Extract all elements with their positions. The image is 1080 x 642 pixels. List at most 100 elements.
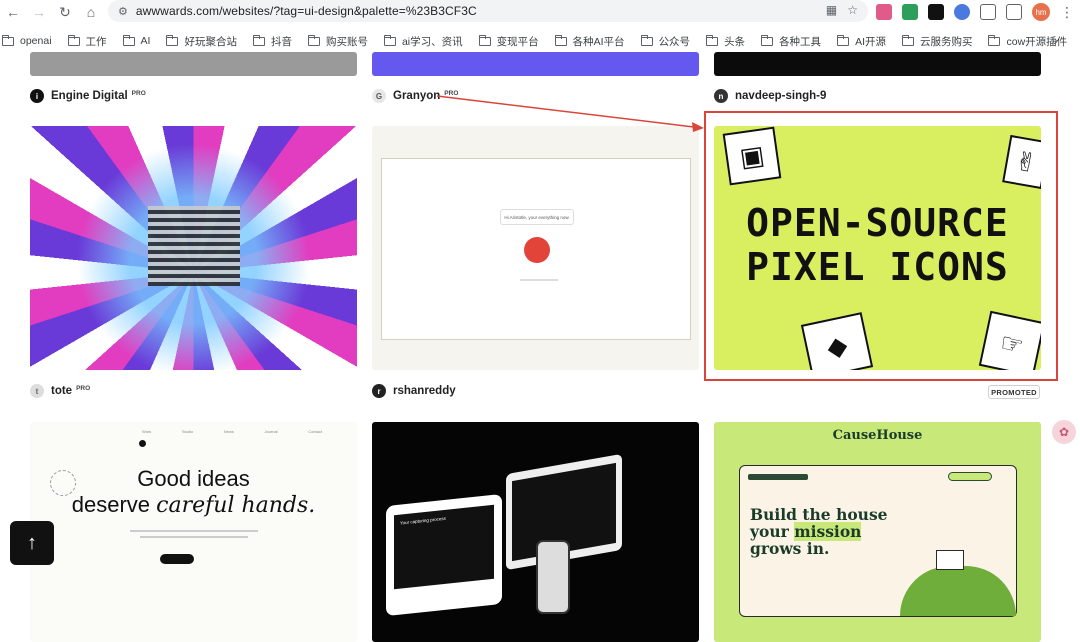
card-caption[interactable]: t tote PRO (30, 384, 90, 398)
card-rshanreddy-image[interactable]: Hi Aristotle, your everything now. (372, 126, 699, 370)
card-caption[interactable]: G Granyon PRO (372, 89, 458, 103)
bookmark-item[interactable]: 头条 (706, 34, 745, 49)
folder-icon (706, 34, 719, 46)
folder-icon (383, 34, 396, 46)
good-ideas-line2-italic: careful hands. (156, 493, 316, 518)
card-caption[interactable]: r rshanreddy (372, 384, 456, 398)
bookmark-item[interactable]: 各种AI平台 (554, 34, 625, 49)
text-placeholder (140, 536, 248, 538)
card-granyon-top-image[interactable] (372, 52, 699, 76)
causehouse-headline: Build the house your mission grows in. (750, 506, 888, 557)
glitch-graphic (148, 206, 240, 286)
reload-icon[interactable]: ↻ (52, 0, 78, 24)
bookmark-label: 云服务购买 (919, 35, 973, 48)
author-name[interactable]: Engine Digital (51, 90, 128, 102)
bookmark-label: 头条 (724, 35, 746, 48)
card-causehouse-image[interactable]: CauseHouse Build the house your mission … (714, 422, 1041, 642)
bookmark-item[interactable]: 好玩聚合站 (166, 34, 237, 49)
translate-icon[interactable]: ▦ (826, 3, 837, 17)
annotation-highlight-box (704, 111, 1058, 381)
card-devices-image[interactable]: Your capturing process (372, 422, 699, 642)
menu-kebab-icon[interactable]: ⋮ (1060, 4, 1074, 21)
folder-icon (2, 34, 14, 46)
card-tote-image[interactable] (30, 126, 357, 370)
headline-line3: grows in. (750, 539, 830, 558)
author-name[interactable]: Granyon (393, 90, 440, 102)
apple-character-icon (524, 237, 550, 263)
extensions-area: hm ⋮ (876, 3, 1074, 21)
profile-avatar[interactable]: hm (1032, 3, 1050, 21)
bookmarks-overflow-icon[interactable]: » (1051, 33, 1058, 48)
headline-line2: your mission (750, 522, 888, 541)
pro-badge: PRO (76, 384, 91, 392)
folder-icon (478, 34, 491, 46)
bookmark-label: 好玩聚合站 (184, 35, 237, 48)
address-bar[interactable]: ⚙ awwwards.com/websites/?tag=ui-design&p… (108, 0, 868, 22)
home-icon[interactable]: ⌂ (78, 0, 104, 24)
mini-nav-item: News (223, 429, 234, 434)
bookmark-item[interactable]: 各种工具 (761, 34, 821, 49)
cta-pill-icon (160, 554, 194, 564)
author-logo: G (372, 89, 386, 103)
bookmark-item[interactable]: 云服务购买 (901, 34, 973, 49)
side-extension-fab[interactable]: ✿ (1052, 420, 1076, 444)
bookmark-item[interactable]: AI开源 (837, 34, 886, 49)
screen-caption-line (520, 279, 558, 281)
assistant-icon: ✿ (1058, 425, 1070, 439)
bookmark-item[interactable]: 抖音 (252, 34, 292, 49)
bookmark-star-icon[interactable]: ☆ (847, 3, 858, 17)
url-text[interactable]: awwwards.com/websites/?tag=ui-design&pal… (136, 4, 477, 18)
author-logo: t (30, 384, 44, 398)
extension-icon-4[interactable] (954, 4, 970, 20)
site-info-icon[interactable]: ⚙ (118, 5, 128, 18)
pro-badge: PRO (444, 89, 459, 97)
author-logo: n (714, 89, 728, 103)
author-name[interactable]: rshanreddy (393, 385, 456, 397)
bookmark-item[interactable]: AI (122, 34, 151, 47)
bookmark-item[interactable]: 公众号 (640, 34, 690, 49)
bookmark-label: AI开源 (855, 35, 886, 48)
bookmark-label: 工作 (85, 35, 107, 48)
card-engine-digital-image[interactable] (30, 52, 357, 76)
gallery: i Engine Digital PRO G Granyon PRO n nav… (0, 52, 1080, 642)
forward-arrow-icon[interactable]: → (26, 0, 52, 24)
promoted-badge: PROMOTED (988, 385, 1040, 399)
bookmark-item[interactable]: 工作 (67, 34, 107, 49)
folder-icon (901, 34, 914, 46)
bookmark-item[interactable]: 变现平台 (478, 34, 539, 49)
extension-icon-3[interactable] (928, 4, 944, 20)
nav-indicator-dot (139, 440, 146, 447)
extension-icon-1[interactable] (876, 4, 892, 20)
card-caption[interactable]: n navdeep-singh-9 (714, 89, 826, 103)
mock-nav-bar (748, 474, 808, 480)
good-ideas-line1: Good ideas (137, 466, 250, 491)
author-logo: i (30, 89, 44, 103)
mini-nav-item: Work (142, 429, 152, 434)
folder-icon (988, 34, 1001, 46)
author-logo: r (372, 384, 386, 398)
bookmark-label: openai (20, 35, 52, 47)
author-name[interactable]: tote (51, 385, 72, 397)
back-arrow-icon[interactable]: ← (0, 0, 26, 24)
bookmarks-bar: openai 工作 AI 好玩聚合站 抖音 购买账号 ai学习、资讯 变现平台 各种AI平台 公众… (0, 30, 1080, 52)
folder-icon (166, 34, 179, 46)
causehouse-brand: CauseHouse (832, 428, 923, 443)
mini-nav-item: Contact (308, 429, 322, 434)
bookmark-item[interactable]: 购买账号 (307, 34, 368, 49)
bookmark-item[interactable]: ai学习、资讯 (383, 34, 463, 49)
back-to-top-button[interactable]: ↑ (10, 521, 54, 565)
folder-icon (554, 34, 567, 46)
card-navdeep-image[interactable] (714, 52, 1041, 76)
extension-icon-2[interactable] (902, 4, 918, 20)
sidebar-icon[interactable] (1006, 4, 1022, 20)
folder-icon (252, 34, 265, 46)
bookmark-label: ai学习、资讯 (401, 35, 463, 48)
card-good-ideas-image[interactable]: Work Studio News Journal Contact Good id… (30, 422, 357, 642)
bookmark-item[interactable]: openai (2, 34, 52, 47)
bookmark-label: 各种工具 (779, 35, 822, 48)
bookmark-label: AI (140, 35, 151, 47)
puzzle-icon[interactable] (980, 4, 996, 20)
card-caption[interactable]: i Engine Digital PRO (30, 89, 146, 103)
author-name[interactable]: navdeep-singh-9 (735, 90, 826, 102)
pro-badge: PRO (131, 89, 146, 97)
